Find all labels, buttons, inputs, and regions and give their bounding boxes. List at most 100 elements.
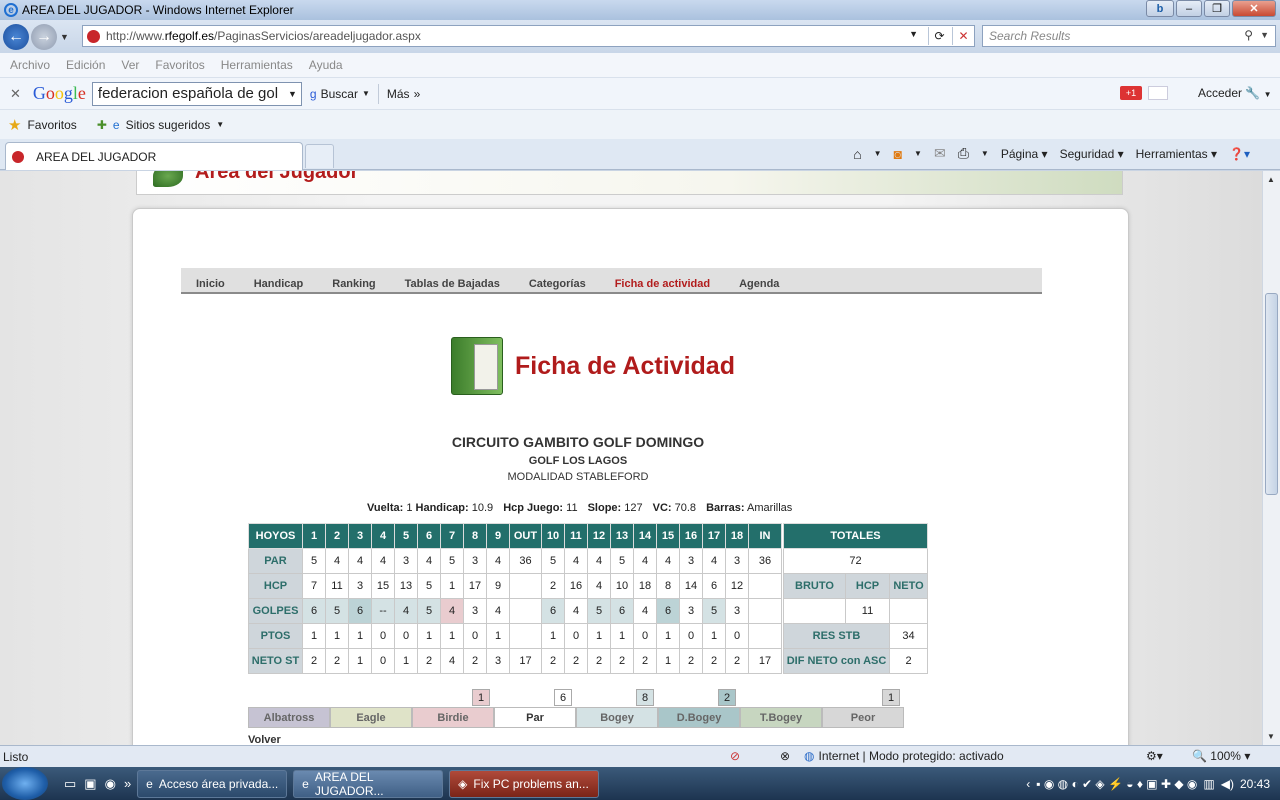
herramientas-menu[interactable]: Herramientas ▾ [1136,147,1217,161]
legend-count: 6 [554,689,572,706]
start-button[interactable] [2,767,48,800]
score-cell: 2 [541,573,565,599]
scroll-down-icon[interactable]: ▼ [1267,732,1275,741]
settings-icon[interactable]: ⚙▾ [1146,749,1163,763]
clock[interactable]: 20:43 [1240,777,1270,791]
mail-icon[interactable]: ✉ [934,145,946,162]
suggested-sites-dropdown-icon[interactable]: ▼ [216,120,224,129]
favorites-star-icon[interactable]: ★ [8,116,21,134]
address-dropdown-icon[interactable]: ▼ [909,29,918,39]
score-cell: 1 [656,648,680,674]
search-icon[interactable]: ⚲ [1244,28,1253,42]
nav-ficha-de-actividad[interactable]: Ficha de actividad [615,278,710,290]
google-logo: Google [32,83,86,103]
favorites-button[interactable]: Favoritos [27,118,76,132]
nav-handicap[interactable]: Handicap [254,278,304,290]
refresh-icon[interactable]: ⟳ [928,27,950,45]
bing-icon[interactable]: b [1146,0,1174,17]
scroll-thumb[interactable] [1265,293,1278,495]
new-tab-button[interactable] [305,144,334,168]
forward-button[interactable]: → [31,23,57,50]
volver-link[interactable]: Volver [248,734,281,745]
google-search-button[interactable]: g Buscar ▼ [310,87,370,101]
nav-agenda[interactable]: Agenda [739,278,779,290]
minimize-button[interactable]: – [1176,0,1202,17]
zoom-control[interactable]: 🔍 100% ▾ [1192,749,1250,763]
chevron-down-icon[interactable]: ▼ [288,89,297,99]
menu-archivo[interactable]: Archivo [10,58,50,72]
rss-icon[interactable]: ◙ [894,146,902,162]
maximize-button[interactable]: ❐ [1204,0,1230,17]
tab-area-del-jugador[interactable]: AREA DEL JUGADOR [5,142,303,170]
round-info: Vuelta: 1 Handicap: 10.9 Hcp Juego: 11 S… [367,502,792,514]
menu-ver[interactable]: Ver [121,58,139,72]
slope-value: 127 [624,502,643,514]
nav-categorias[interactable]: Categorías [529,278,586,290]
wrench-dropdown-icon[interactable]: ▼ [1264,90,1272,99]
google-plus-one-button[interactable]: +1 [1120,86,1142,100]
menu-favoritos[interactable]: Favoritos [155,58,204,72]
mas-button[interactable]: Más» [387,87,420,101]
quick-launch-chevron-icon[interactable]: » [124,776,131,792]
header-cell: 2 [325,523,349,549]
golpes-row: GOLPES 6 5 6 -- 4 5 4 3 4 6 4 5 6 4 6 3 5 3 11 [248,598,928,624]
help-icon[interactable]: ❓▾ [1229,147,1250,161]
google-search-input[interactable]: federacion española de gol ▼ [91,81,302,106]
score-cell: 1 [325,623,349,649]
score-cell: 12 [725,573,749,599]
buscar-dropdown-icon[interactable]: ▼ [362,89,370,98]
vertical-scrollbar[interactable]: ▲ ▼ [1262,171,1280,745]
acceder-button[interactable]: Acceder 🔧 ▼ [1198,86,1272,100]
browser-quick-icon[interactable]: ◉ [105,776,116,792]
address-bar[interactable]: http://www.rfegolf.es/PaginasServicios/a… [82,25,975,47]
score-cell: 5 [440,548,464,574]
wrench-icon[interactable]: 🔧 [1245,86,1260,100]
stop-icon[interactable]: ✕ [952,27,974,45]
task-area-del-jugador[interactable]: e AREA DEL JUGADOR... [293,769,444,798]
home-dropdown-icon[interactable]: ▼ [874,149,882,158]
menu-edicion[interactable]: Edición [66,58,105,72]
score-cell: 0 [633,623,657,649]
tray-chevron-icon[interactable]: ‹ [1026,777,1030,791]
show-desktop-icon[interactable]: ▭ [64,776,76,792]
window-switch-icon[interactable]: ▣ [84,776,96,792]
network-icon[interactable]: ▥ [1203,777,1214,791]
menu-ayuda[interactable]: Ayuda [309,58,343,72]
blocked-icon[interactable]: ⊘ [730,749,740,763]
popup-blocked-icon[interactable]: ⊗ [780,749,790,763]
pagina-menu[interactable]: Página ▾ [1001,147,1048,161]
history-dropdown-icon[interactable]: ▼ [60,32,69,42]
print-icon[interactable]: ⎙ [958,145,969,162]
task-acceso-area-privada[interactable]: e Acceso área privada... [137,769,288,798]
score-cell: 36 [748,548,782,574]
nav-inicio[interactable]: Inicio [196,278,225,290]
header-cell: 4 [371,523,395,549]
nav-tablas-de-bajadas[interactable]: Tablas de Bajadas [405,278,500,290]
close-button[interactable]: ✕ [1232,0,1276,17]
nav-ranking[interactable]: Ranking [332,278,375,290]
share-box[interactable] [1148,86,1168,100]
volume-icon[interactable]: ◀) [1221,777,1234,791]
score-cell: 6 [348,598,372,624]
print-dropdown-icon[interactable]: ▼ [981,149,989,158]
menu-herramientas[interactable]: Herramientas [221,58,293,72]
score-cell: 1 [348,623,372,649]
toolbar-close-icon[interactable]: ✕ [10,86,21,102]
home-icon[interactable]: ⌂ [853,146,861,162]
herramientas-label: Herramientas [1135,146,1208,161]
suggested-sites-button[interactable]: Sitios sugeridos [126,118,211,132]
security-zone[interactable]: ◍ Internet | Modo protegido: activado [804,749,1004,763]
back-button[interactable]: ← [3,23,29,50]
task-fix-pc[interactable]: ◈ Fix PC problems an... [449,769,600,798]
rss-dropdown-icon[interactable]: ▼ [914,149,922,158]
tray-icons[interactable]: ▪ ◉ ◍ ◐ ✔ ◈ ⚡ ◒ ♦ ▣ ✚ ◆ ◉ [1036,777,1197,791]
search-dropdown-icon[interactable]: ▼ [1260,30,1269,40]
scroll-up-icon[interactable]: ▲ [1267,175,1275,184]
score-cell: 4 [440,648,464,674]
legend-item: Eagle [330,707,412,728]
search-input[interactable]: Search Results ⚲ ▼ [982,25,1276,47]
score-cell: 14 [679,573,703,599]
add-favorite-icon[interactable]: ✚ [97,118,107,132]
header-cell: 1 [302,523,326,549]
seguridad-menu[interactable]: Seguridad ▾ [1060,147,1124,161]
